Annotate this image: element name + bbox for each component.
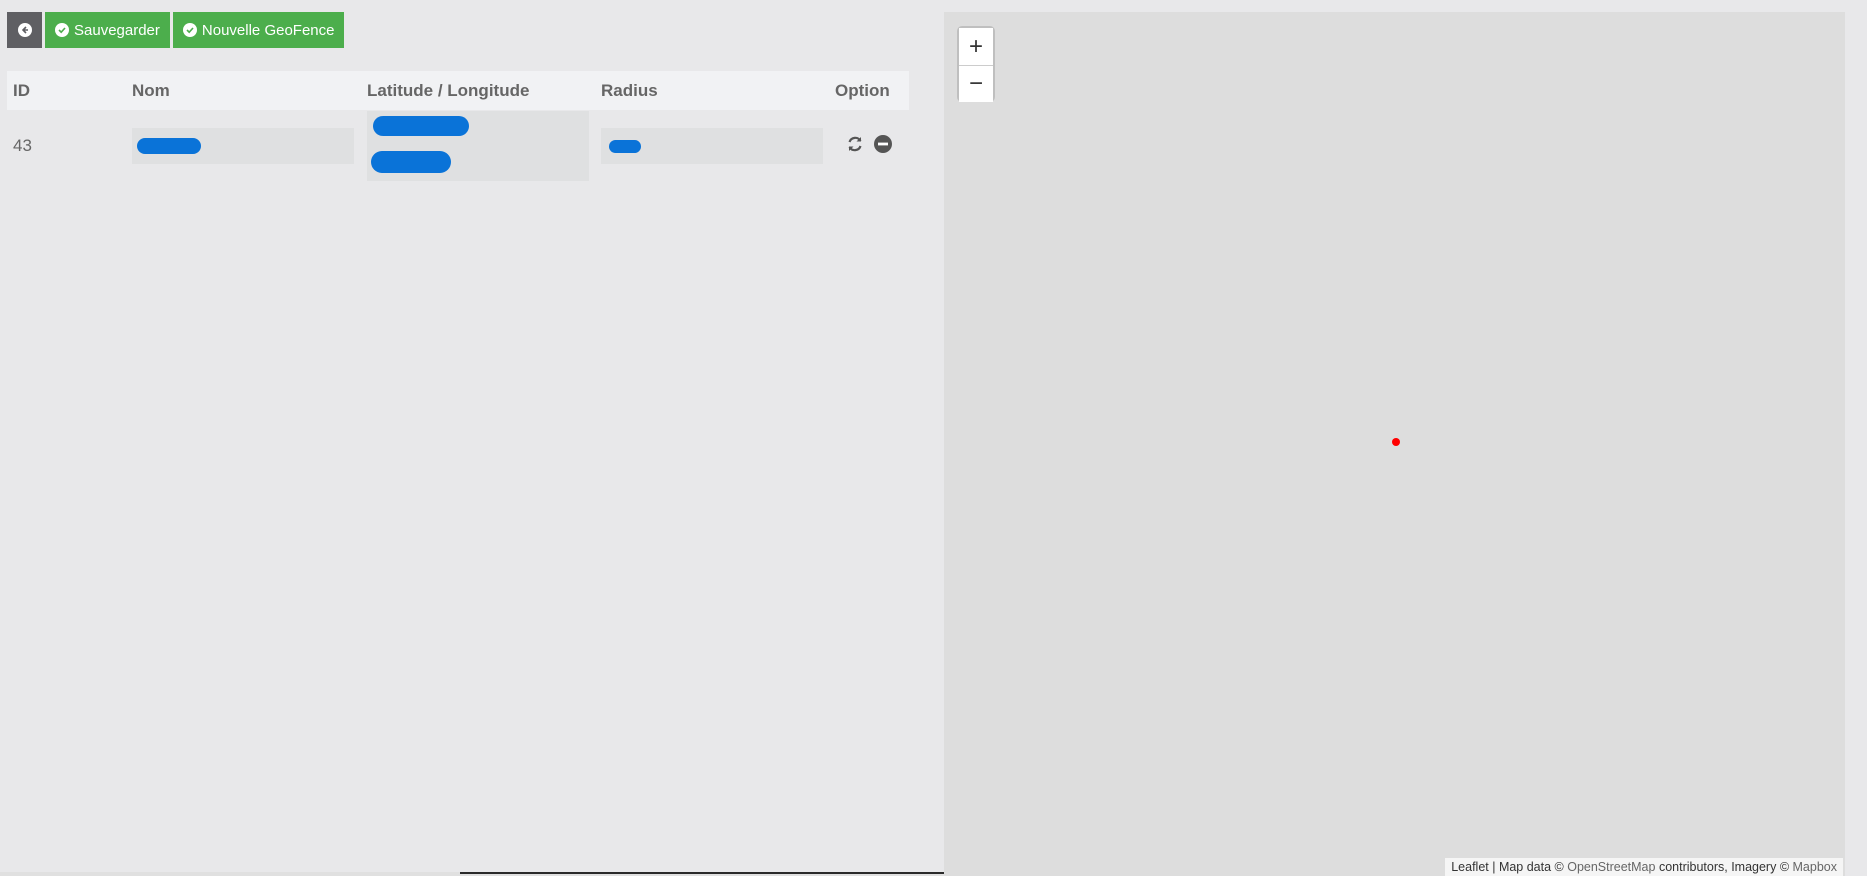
column-header-radius: Radius [601,80,658,100]
column-header-id: ID [13,80,30,100]
redaction [137,138,201,154]
option-icons [835,134,909,159]
nom-cell [132,128,367,164]
table-header: ID Nom Latitude / Longitude Radius Optio… [7,71,909,110]
row-id: 43 [13,136,32,155]
new-geofence-button-label: Nouvelle GeoFence [201,21,335,39]
redaction [609,140,641,153]
nom-input[interactable] [132,128,354,164]
zoom-control: + − [957,26,995,102]
column-header-nom: Nom [132,80,170,100]
horizontal-scrollbar[interactable] [0,872,944,876]
attribution-text: | Map data © [1488,860,1568,874]
radius-cell [601,128,835,164]
zoom-out-button[interactable]: − [959,65,993,102]
radius-input[interactable] [601,128,823,164]
map-attribution: Leaflet | Map data © OpenStreetMap contr… [1445,858,1843,876]
save-button[interactable]: Sauvegarder [45,12,170,48]
option-cell [835,134,909,159]
arrow-left-icon [17,23,32,37]
geofence-table: ID Nom Latitude / Longitude Radius Optio… [7,71,909,182]
redaction [371,151,451,173]
refresh-icon[interactable] [845,134,865,159]
map-marker[interactable] [1392,438,1400,446]
lat-long-cell [367,111,601,181]
new-geofence-button[interactable]: Nouvelle GeoFence [172,12,345,48]
map[interactable]: + − Leaflet | Map data © OpenStreetMap c… [944,12,1845,876]
zoom-in-button[interactable]: + [959,28,993,65]
scrollbar-thumb[interactable] [460,872,944,874]
column-header-option: Option [835,80,890,100]
osm-link[interactable]: OpenStreetMap [1567,860,1655,874]
check-circle-icon [182,23,197,37]
lat-long-input[interactable] [367,111,589,181]
mapbox-link[interactable]: Mapbox [1793,860,1837,874]
redaction [373,116,469,136]
attribution-text: contributors, Imagery © [1655,860,1793,874]
save-button-label: Sauvegarder [74,21,160,39]
remove-icon[interactable] [873,134,893,159]
toolbar: Sauvegarder Nouvelle GeoFence [7,12,345,48]
check-circle-icon [55,23,69,37]
column-header-lat-long: Latitude / Longitude [367,80,530,100]
leaflet-link[interactable]: Leaflet [1451,860,1489,874]
back-button[interactable] [7,12,42,48]
table-row: 43 [7,110,909,182]
